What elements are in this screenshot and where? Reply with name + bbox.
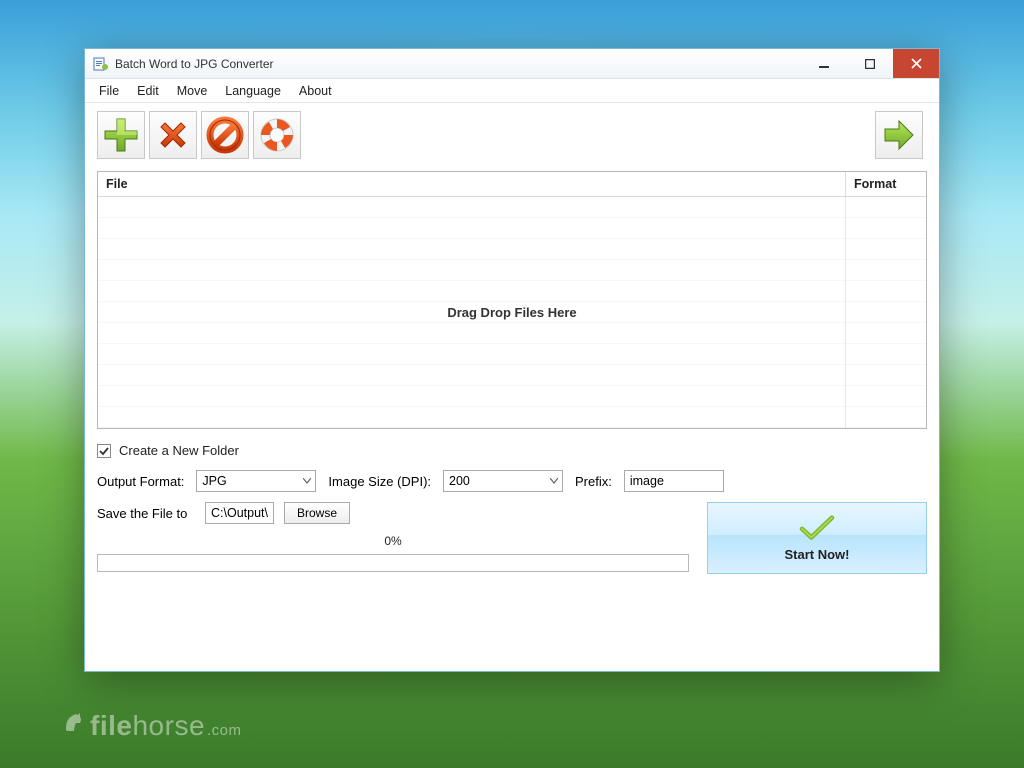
watermark: filehorse.com bbox=[60, 709, 242, 742]
no-entry-icon bbox=[205, 115, 245, 155]
window-title: Batch Word to JPG Converter bbox=[115, 57, 801, 71]
menu-edit[interactable]: Edit bbox=[137, 84, 159, 98]
options-panel: Create a New Folder Output Format: JPG I… bbox=[97, 429, 927, 574]
remove-button[interactable] bbox=[149, 111, 197, 159]
format-row: Output Format: JPG Image Size (DPI): 200… bbox=[97, 470, 927, 492]
content-area: File Format Drag Drop Files Here Create … bbox=[85, 165, 939, 671]
prefix-value: image bbox=[630, 474, 664, 488]
progress-area: 0% bbox=[97, 534, 689, 572]
x-icon bbox=[153, 115, 193, 155]
watermark-bold: file bbox=[90, 710, 132, 742]
window-controls bbox=[801, 49, 939, 78]
output-format-label: Output Format: bbox=[97, 474, 184, 489]
checkmark-icon bbox=[798, 514, 836, 545]
minimize-button[interactable] bbox=[801, 49, 847, 78]
titlebar: Batch Word to JPG Converter bbox=[85, 49, 939, 79]
lifebuoy-icon bbox=[257, 115, 297, 155]
menu-language[interactable]: Language bbox=[225, 84, 281, 98]
start-button-label: Start Now! bbox=[785, 547, 850, 562]
table-header: File Format bbox=[98, 172, 926, 197]
plus-icon bbox=[101, 115, 141, 155]
add-button[interactable] bbox=[97, 111, 145, 159]
output-format-select[interactable]: JPG bbox=[196, 470, 316, 492]
arrow-right-icon bbox=[879, 115, 919, 155]
drag-drop-message: Drag Drop Files Here bbox=[447, 305, 576, 320]
chevron-down-icon bbox=[303, 478, 311, 484]
create-folder-label: Create a New Folder bbox=[119, 443, 239, 458]
output-format-value: JPG bbox=[202, 474, 226, 488]
save-path-row: Save the File to C:\Output\ Browse bbox=[97, 502, 689, 524]
help-button[interactable] bbox=[253, 111, 301, 159]
create-folder-checkbox[interactable] bbox=[97, 444, 111, 458]
column-header-format[interactable]: Format bbox=[846, 172, 926, 196]
start-button[interactable]: Start Now! bbox=[707, 502, 927, 574]
menu-file[interactable]: File bbox=[99, 84, 119, 98]
app-window: Batch Word to JPG Converter File Edit Mo… bbox=[84, 48, 940, 672]
prefix-input[interactable]: image bbox=[624, 470, 724, 492]
check-icon bbox=[98, 445, 110, 457]
close-button[interactable] bbox=[893, 49, 939, 78]
file-table[interactable]: File Format Drag Drop Files Here bbox=[97, 171, 927, 429]
dpi-label: Image Size (DPI): bbox=[328, 474, 431, 489]
menubar: File Edit Move Language About bbox=[85, 79, 939, 103]
table-body[interactable]: Drag Drop Files Here bbox=[98, 197, 926, 428]
progress-bar bbox=[97, 554, 689, 572]
save-path-input[interactable]: C:\Output\ bbox=[205, 502, 274, 524]
prefix-label: Prefix: bbox=[575, 474, 612, 489]
clear-button[interactable] bbox=[201, 111, 249, 159]
maximize-button[interactable] bbox=[847, 49, 893, 78]
toolbar bbox=[85, 103, 939, 165]
next-button[interactable] bbox=[875, 111, 923, 159]
menu-about[interactable]: About bbox=[299, 84, 332, 98]
progress-label: 0% bbox=[384, 534, 401, 548]
watermark-tld: .com bbox=[207, 722, 242, 739]
app-icon bbox=[93, 56, 109, 72]
column-header-file[interactable]: File bbox=[98, 172, 846, 196]
browse-button[interactable]: Browse bbox=[284, 502, 350, 524]
dpi-select[interactable]: 200 bbox=[443, 470, 563, 492]
watermark-rest: horse bbox=[132, 710, 205, 742]
create-folder-row: Create a New Folder bbox=[97, 443, 927, 458]
dpi-value: 200 bbox=[449, 474, 470, 488]
menu-move[interactable]: Move bbox=[177, 84, 208, 98]
save-to-label: Save the File to bbox=[97, 506, 195, 521]
save-path-value: C:\Output\ bbox=[211, 506, 268, 520]
chevron-down-icon bbox=[550, 478, 558, 484]
horse-icon bbox=[60, 709, 86, 735]
